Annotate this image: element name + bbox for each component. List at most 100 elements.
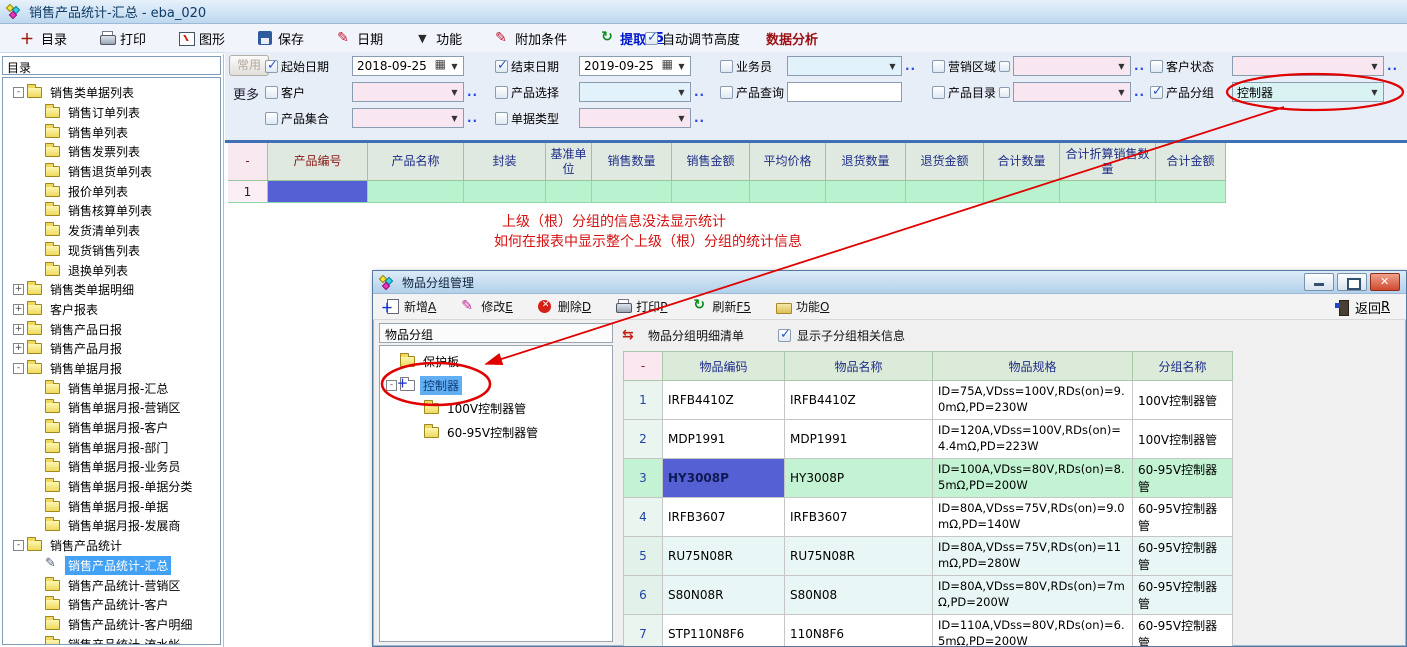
customer-dropdown[interactable] [352, 82, 464, 102]
row-number-cell[interactable]: 6 [623, 576, 663, 615]
col-header[interactable]: 物品编码 [663, 351, 785, 381]
tree-item[interactable]: 销售单据月报-汇总 [3, 378, 220, 398]
table-row[interactable]: 4 IRFB3607 IRFB3607 ID=80A,VDss=75V,RDs(… [623, 498, 1233, 537]
col-header[interactable]: 合计数量 [984, 143, 1060, 181]
item-spec-cell[interactable]: ID=80A,VDss=75V,RDs(on)=11mΩ,PD=280W [933, 537, 1133, 576]
dropdown-caret-icon[interactable] [674, 58, 689, 74]
data-analysis-button[interactable]: 数据分析 [766, 29, 818, 48]
cell[interactable] [984, 181, 1060, 203]
item-code-cell[interactable]: IRFB3607 [663, 498, 785, 537]
col-header[interactable]: 退货金额 [906, 143, 984, 181]
marketing-region-subcheckbox[interactable] [999, 61, 1010, 72]
tree-item[interactable]: 销售核算单列表 [3, 201, 220, 221]
col-header[interactable]: 封装 [464, 143, 546, 181]
product-catalog-checkbox[interactable] [932, 86, 945, 99]
common-filters-button[interactable]: 常用 [229, 55, 269, 76]
col-header[interactable]: 物品名称 [785, 351, 933, 381]
item-code-cell[interactable]: MDP1991 [663, 420, 785, 459]
row-number-cell[interactable]: 4 [623, 498, 663, 537]
group-tree-item[interactable]: 保护板 [380, 350, 612, 374]
close-button[interactable] [1370, 273, 1400, 291]
row-number-cell[interactable]: 2 [623, 420, 663, 459]
table-row[interactable]: 7 STP110N8F6 110N8F6 ID=110A,VDss=80V,RD… [623, 615, 1233, 647]
row-number-cell[interactable]: 1 [623, 381, 663, 420]
tree-item[interactable]: 销售单据月报-发展商 [3, 516, 220, 536]
cell[interactable] [906, 181, 984, 203]
dropdown-caret-icon[interactable] [1367, 84, 1382, 100]
product-query-input[interactable] [787, 82, 902, 102]
product-set-dropdown[interactable] [352, 108, 464, 128]
main-table-row[interactable]: 1 [228, 181, 1226, 203]
doc-type-more-button[interactable]: .. [694, 111, 705, 125]
tree-item[interactable]: 销售单据月报-客户 [3, 418, 220, 438]
item-name-cell[interactable]: IRFB4410Z [785, 381, 933, 420]
table-row[interactable]: 3 HY3008P HY3008P ID=100A,VDss=80V,RDs(o… [623, 459, 1233, 498]
end-date-checkbox[interactable] [495, 60, 508, 73]
tree-item[interactable]: 销售产品日报 [3, 319, 220, 339]
item-spec-cell[interactable]: ID=120A,VDss=100V,RDs(on)=4.4mΩ,PD=223W [933, 420, 1133, 459]
tree-item[interactable]: 销售单据月报 [3, 359, 220, 379]
col-header[interactable]: 基准单位 [546, 143, 592, 181]
salesman-more-button[interactable]: .. [905, 59, 916, 73]
marketing-region-more-button[interactable]: .. [1134, 59, 1145, 73]
cell[interactable] [1156, 181, 1226, 203]
group-tree-item[interactable]: 控制器 [380, 374, 612, 398]
group-name-cell[interactable]: 60-95V控制器管 [1133, 576, 1233, 615]
return-button[interactable]: 返回 R [1334, 294, 1390, 320]
product-set-more-button[interactable]: .. [467, 111, 478, 125]
group-tree-item[interactable]: 60-95V控制器管 [380, 421, 612, 445]
toolbar-button[interactable]: 图形 [178, 29, 225, 48]
group-name-cell[interactable]: 100V控制器管 [1133, 420, 1233, 459]
dropdown-caret-icon[interactable] [674, 110, 689, 126]
tree-item[interactable]: 发货清单列表 [3, 221, 220, 241]
tree-item[interactable]: 销售产品统计-营销区 [3, 575, 220, 595]
col-header[interactable]: 分组名称 [1133, 351, 1233, 381]
col-header[interactable]: 合计折算销售数量 [1060, 143, 1156, 181]
product-select-more-button[interactable]: .. [694, 85, 705, 99]
dialog-toolbar-button[interactable]: 打印 P [615, 298, 667, 315]
product-catalog-subcheckbox[interactable] [999, 87, 1010, 98]
tree-item[interactable]: 销售单据月报-营销区 [3, 398, 220, 418]
item-name-cell[interactable]: IRFB3607 [785, 498, 933, 537]
product-set-checkbox[interactable] [265, 112, 278, 125]
end-date-field[interactable]: 2019-09-25 [579, 56, 691, 76]
col-header[interactable]: 销售数量 [592, 143, 672, 181]
dropdown-caret-icon[interactable] [1114, 58, 1129, 74]
item-spec-cell[interactable]: ID=80A,VDss=75V,RDs(on)=9.0mΩ,PD=140W [933, 498, 1133, 537]
dropdown-caret-icon[interactable] [447, 58, 462, 74]
tree-item[interactable]: 销售类单据明细 [3, 280, 220, 300]
tree-expander[interactable] [13, 284, 24, 295]
tree-item[interactable]: 客户报表 [3, 300, 220, 320]
group-name-cell[interactable]: 60-95V控制器管 [1133, 498, 1233, 537]
toolbar-button[interactable]: 日期 [336, 29, 383, 48]
dropdown-caret-icon[interactable] [885, 58, 900, 74]
col-header[interactable]: 平均价格 [750, 143, 826, 181]
auto-height-checkbox[interactable] [645, 32, 658, 45]
item-spec-cell[interactable]: ID=100A,VDss=80V,RDs(on)=8.5mΩ,PD=200W [933, 459, 1133, 498]
tree-item[interactable]: 销售产品统计-客户明细 [3, 615, 220, 635]
maximize-button[interactable] [1337, 273, 1367, 291]
toolbar-button[interactable]: 目录 [20, 29, 67, 48]
tree-item[interactable]: 销售产品统计 [3, 536, 220, 556]
tree-item[interactable]: 销售单据月报-单据分类 [3, 477, 220, 497]
item-code-cell[interactable]: RU75N08R [663, 537, 785, 576]
tree-expander[interactable] [13, 540, 24, 551]
product-group-checkbox[interactable] [1150, 86, 1163, 99]
product-select-dropdown[interactable] [579, 82, 691, 102]
customer-more-button[interactable]: .. [467, 85, 478, 99]
dropdown-caret-icon[interactable] [1367, 58, 1382, 74]
selected-cell[interactable] [268, 181, 368, 203]
tree-expander[interactable] [386, 380, 397, 391]
row-number-cell[interactable]: 3 [623, 459, 663, 498]
start-date-checkbox[interactable] [265, 60, 278, 73]
dropdown-caret-icon[interactable] [447, 84, 462, 100]
item-code-cell[interactable]: STP110N8F6 [663, 615, 785, 647]
doc-type-checkbox[interactable] [495, 112, 508, 125]
product-catalog-more-button[interactable]: .. [1134, 85, 1145, 99]
cell[interactable] [592, 181, 672, 203]
corner-header[interactable]: - [623, 351, 663, 381]
tree-item[interactable]: 报价单列表 [3, 181, 220, 201]
tree-item[interactable]: 销售单列表 [3, 122, 220, 142]
marketing-region-checkbox[interactable] [932, 60, 945, 73]
dialog-toolbar-button[interactable]: 删除 D [537, 298, 591, 315]
